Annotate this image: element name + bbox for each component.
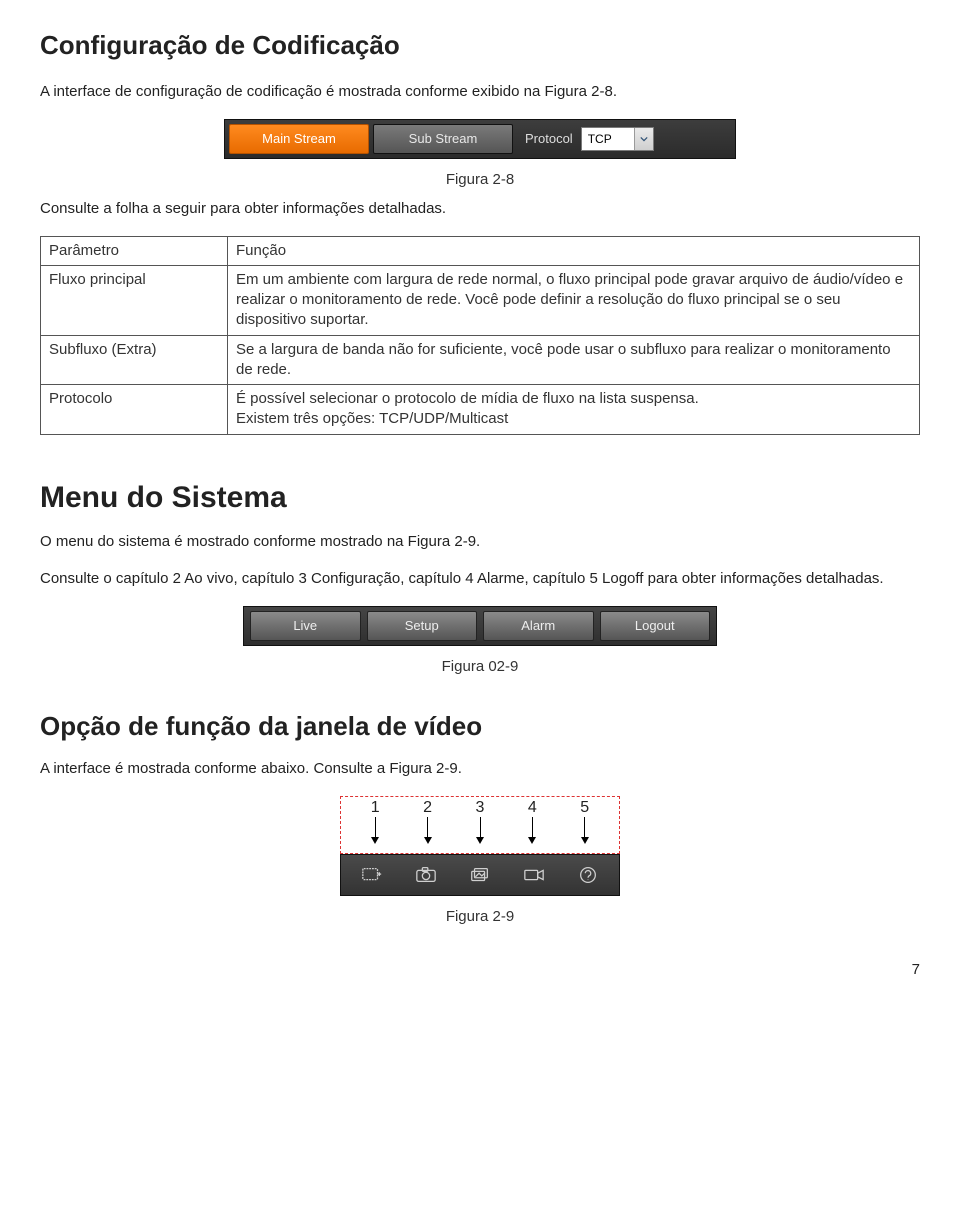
func-cell: É possível selecionar o protocolo de míd… <box>228 385 920 435</box>
figure-2-9-wrapper: 1 2 3 4 5 <box>340 796 620 896</box>
snapshot-icon[interactable] <box>409 862 443 888</box>
main-stream-tab[interactable]: Main Stream <box>229 124 369 154</box>
menu-setup-button[interactable]: Setup <box>367 611 478 641</box>
section-title-video-window: Opção de função da janela de vídeo <box>40 711 920 742</box>
callout-number-row: 1 2 3 4 5 <box>349 797 611 817</box>
table-header-param: Parâmetro <box>41 236 228 265</box>
triple-snapshot-icon[interactable] <box>463 862 497 888</box>
system-menu-p1: O menu do sistema é mostrado conforme mo… <box>40 531 920 553</box>
help-icon[interactable] <box>571 862 605 888</box>
callout-number: 1 <box>371 799 380 817</box>
encoding-after-fig: Consulte a folha a seguir para obter inf… <box>40 198 920 220</box>
protocol-select[interactable]: TCP <box>581 127 654 151</box>
section-title-encoding: Configuração de Codificação <box>40 30 920 61</box>
param-cell: Subfluxo (Extra) <box>41 335 228 385</box>
func-cell: Se a largura de banda não for suficiente… <box>228 335 920 385</box>
video-window-p1: A interface é mostrada conforme abaixo. … <box>40 758 920 780</box>
func-cell: Em um ambiente com largura de rede norma… <box>228 265 920 335</box>
protocol-label: Protocol <box>525 131 573 146</box>
menu-alarm-button[interactable]: Alarm <box>483 611 594 641</box>
figure-2-9-caption: Figura 2-9 <box>40 908 920 925</box>
figure-2-8-caption: Figura 2-8 <box>40 171 920 188</box>
table-row: Fluxo principal Em um ambiente com largu… <box>41 265 920 335</box>
figure-2-8-toolbar: Main Stream Sub Stream Protocol TCP <box>224 119 736 159</box>
callout-number: 3 <box>476 799 485 817</box>
figure-02-9-caption: Figura 02-9 <box>40 658 920 675</box>
protocol-value: TCP <box>582 132 634 146</box>
menu-live-button[interactable]: Live <box>250 611 361 641</box>
menu-logout-button[interactable]: Logout <box>600 611 711 641</box>
video-function-toolbar <box>340 854 620 896</box>
section-title-system-menu: Menu do Sistema <box>40 481 920 515</box>
callout-box: 1 2 3 4 5 <box>340 796 620 854</box>
table-row: Protocolo É possível selecionar o protoc… <box>41 385 920 435</box>
callout-arrow-row <box>349 817 611 843</box>
callout-number: 2 <box>423 799 432 817</box>
record-icon[interactable] <box>517 862 551 888</box>
chevron-down-icon <box>634 128 653 150</box>
callout-number: 5 <box>580 799 589 817</box>
encoding-param-table: Parâmetro Função Fluxo principal Em um a… <box>40 236 920 435</box>
table-row: Subfluxo (Extra) Se a largura de banda n… <box>41 335 920 385</box>
figure-02-9-menu: Live Setup Alarm Logout <box>243 606 717 646</box>
system-menu-p2: Consulte o capítulo 2 Ao vivo, capítulo … <box>40 568 920 590</box>
encoding-intro: A interface de configuração de codificaç… <box>40 81 920 103</box>
digital-zoom-icon[interactable] <box>355 862 389 888</box>
sub-stream-tab[interactable]: Sub Stream <box>373 124 513 154</box>
callout-number: 4 <box>528 799 537 817</box>
param-cell: Fluxo principal <box>41 265 228 335</box>
page-number: 7 <box>40 961 920 978</box>
table-header-func: Função <box>228 236 920 265</box>
param-cell: Protocolo <box>41 385 228 435</box>
